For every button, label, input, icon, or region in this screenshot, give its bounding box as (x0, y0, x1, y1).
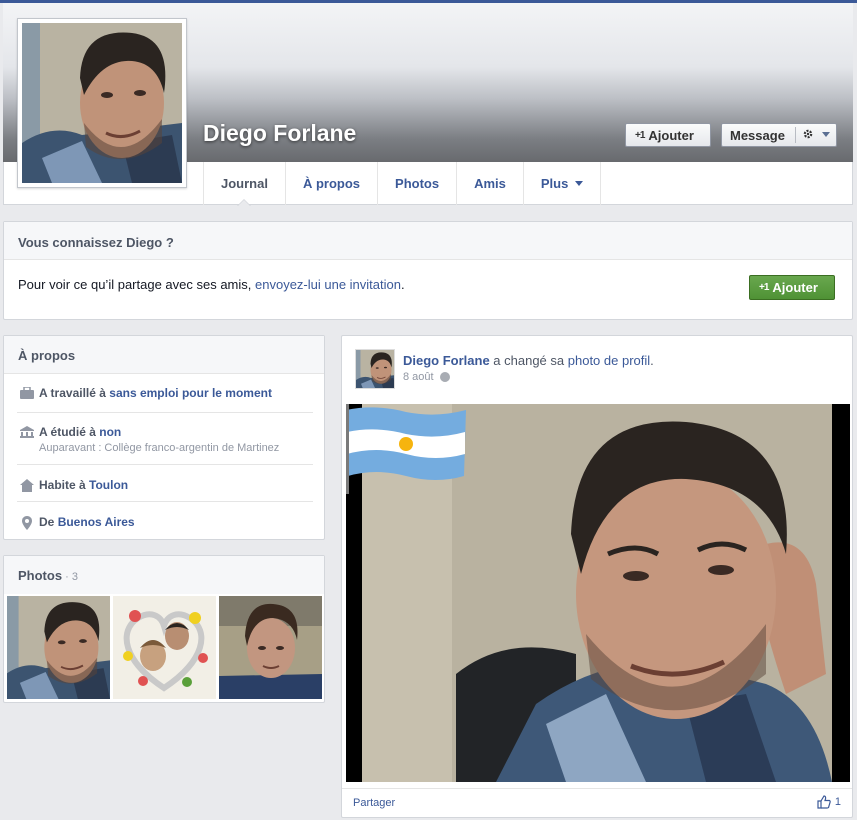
about-item-from: De Buenos Aires (17, 501, 313, 538)
text-segment: Pour voir ce qu’il partage avec ses amis… (18, 277, 255, 292)
school-icon (17, 425, 37, 464)
add-friend-green-button[interactable]: +1 Ajouter (749, 275, 835, 300)
chevron-down-icon (822, 131, 830, 137)
likes-counter[interactable]: 1 (817, 795, 841, 809)
profile-picture[interactable] (17, 18, 187, 188)
current-city-link[interactable]: Toulon (89, 478, 128, 492)
timeline-post: Diego Forlane a changé sa photo de profi… (341, 335, 853, 818)
friend-suggestion-box: Vous connaissez Diego ? Pour voir ce qu’… (3, 221, 853, 320)
about-item-prefix: A travaillé à (39, 386, 110, 400)
text-segment: a changé sa (489, 353, 568, 368)
tab-label: Journal (221, 176, 268, 191)
post-headline: Diego Forlane a changé sa photo de profi… (403, 353, 654, 368)
tab-label: Amis (474, 176, 506, 191)
post-author-avatar[interactable] (355, 349, 395, 389)
photos-card: Photos · 3 (3, 555, 325, 703)
tab-label: Photos (395, 176, 440, 191)
photos-count: · 3 (62, 571, 78, 583)
tab-photos[interactable]: Photos (378, 162, 458, 205)
tab-journal[interactable]: Journal (204, 162, 286, 206)
location-pin-icon (17, 515, 37, 538)
profile-photo-link[interactable]: photo de profil (568, 353, 650, 368)
thumbs-up-icon (817, 795, 831, 809)
about-item-work: A travaillé à sans emploi pour le moment (17, 386, 313, 412)
add-friend-icon: +1 (635, 129, 645, 141)
button-divider (795, 127, 796, 143)
globe-icon (439, 372, 450, 382)
previous-school: Auparavant : Collège franco-argentin de … (39, 442, 280, 454)
about-item-lives-in: Habite à Toulon (17, 464, 313, 501)
about-card: À propos A travaillé à sans emploi pour … (3, 335, 325, 540)
likes-count: 1 (834, 796, 841, 808)
text-segment: . (650, 353, 654, 368)
profile-name[interactable]: Diego Forlane (203, 120, 356, 147)
message-button[interactable]: Message (721, 123, 837, 147)
briefcase-icon (17, 386, 37, 412)
tab-about[interactable]: À propos (286, 162, 379, 205)
add-friend-icon: +1 (759, 282, 769, 293)
post-author-link[interactable]: Diego Forlane (403, 353, 490, 368)
chevron-down-icon (575, 181, 584, 186)
tab-more[interactable]: Plus (524, 162, 602, 205)
photos-card-title[interactable]: Photos · 3 (4, 556, 324, 594)
school-link[interactable]: non (99, 425, 121, 439)
add-friend-button[interactable]: +1 Ajouter (625, 123, 711, 147)
workplace-link[interactable]: sans emploi pour le moment (109, 386, 272, 400)
profile-picture-image (22, 23, 182, 183)
share-link[interactable]: Partager (353, 797, 395, 809)
photo-thumbnails (7, 596, 322, 699)
friend-suggestion-text: Pour voir ce qu’il partage avec ses amis… (18, 277, 405, 292)
photo-thumbnail[interactable] (113, 596, 216, 699)
tab-friends[interactable]: Amis (457, 162, 524, 205)
about-item-education: A étudié à non Auparavant : Collège fran… (17, 412, 313, 464)
post-footer: Partager 1 (342, 788, 852, 818)
photo-thumbnail[interactable] (219, 596, 322, 699)
home-icon (17, 478, 37, 501)
about-card-title[interactable]: À propos (4, 336, 324, 374)
send-invitation-link[interactable]: envoyez-lui une invitation (255, 277, 401, 292)
post-photo[interactable] (346, 404, 850, 782)
about-item-prefix: A étudié à (39, 425, 100, 439)
add-friend-label: Ajouter (772, 280, 818, 295)
about-item-prefix: De (39, 515, 58, 529)
text-segment: . (400, 277, 405, 292)
message-label: Message (730, 127, 785, 143)
photos-title-label: Photos (18, 568, 63, 583)
about-item-prefix: Habite à (39, 478, 90, 492)
photo-thumbnail[interactable] (7, 596, 110, 699)
add-friend-label: Ajouter (648, 127, 694, 143)
tab-label: Plus (540, 176, 569, 191)
gear-dropdown-button[interactable] (802, 128, 830, 140)
post-timestamp: 8 août (403, 371, 450, 383)
post-date-link[interactable]: 8 août (403, 371, 434, 383)
profile-tabs: Journal À propos Photos Amis Plus (203, 162, 602, 206)
gear-icon (803, 129, 813, 139)
tab-label: À propos (302, 176, 361, 191)
hometown-link[interactable]: Buenos Aires (58, 515, 135, 529)
friend-suggestion-title: Vous connaissez Diego ? (4, 222, 852, 260)
